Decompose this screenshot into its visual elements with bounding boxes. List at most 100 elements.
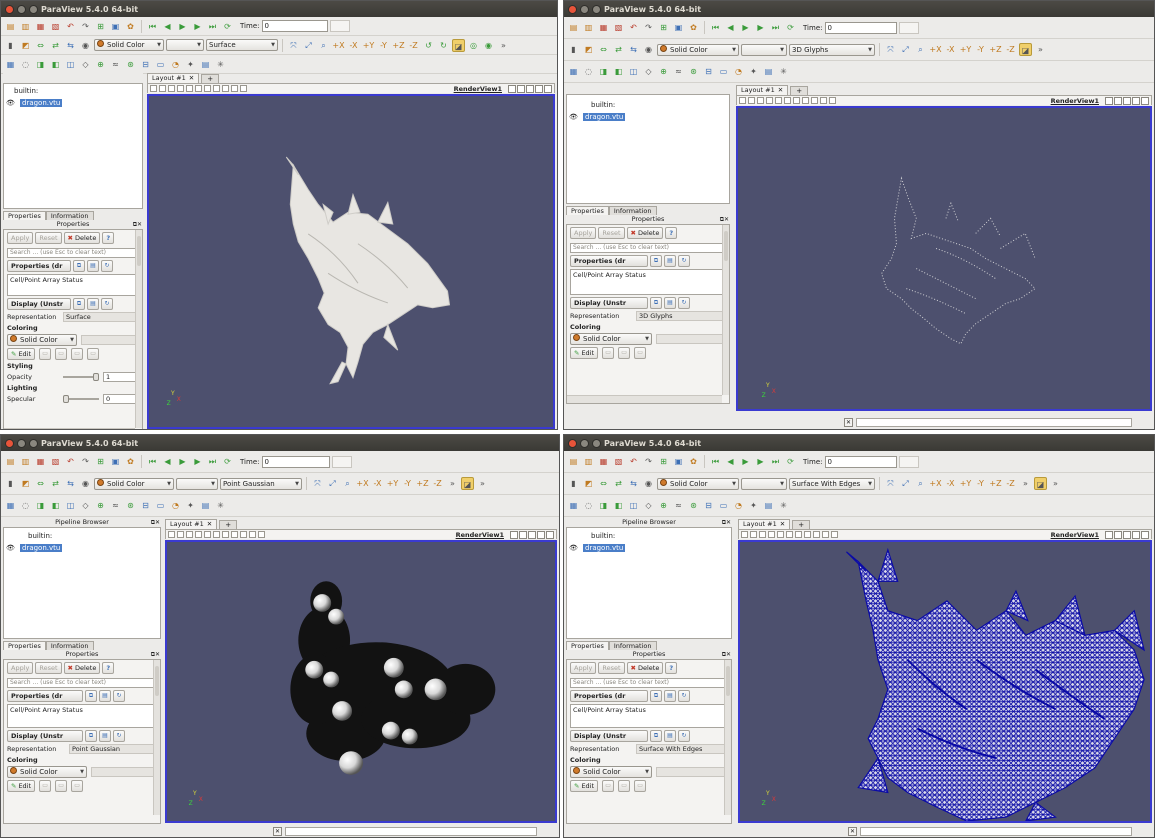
- representation-field[interactable]: Point Gaussian: [69, 744, 157, 754]
- grow-selection-icon[interactable]: [811, 97, 818, 104]
- copy-icon[interactable]: ⧉: [85, 690, 97, 702]
- contour-icon[interactable]: ◌: [19, 58, 32, 71]
- glyph-icon[interactable]: ⊕: [657, 499, 670, 512]
- redo-icon[interactable]: ↷: [642, 21, 655, 34]
- reset-camera-icon[interactable]: ⤧: [311, 477, 324, 490]
- probe-icon[interactable]: ✳: [214, 58, 227, 71]
- extract-level-icon[interactable]: ▭: [717, 499, 730, 512]
- palette-icon[interactable]: ✿: [124, 455, 137, 468]
- extract-level-icon[interactable]: ▭: [154, 58, 167, 71]
- representation-field[interactable]: Surface: [63, 312, 139, 322]
- opacity-slider[interactable]: [63, 373, 99, 381]
- loop-icon[interactable]: ⟳: [221, 455, 234, 468]
- next-frame-icon[interactable]: ▶: [754, 455, 767, 468]
- display-section-toggle[interactable]: Display (Unstr: [7, 298, 71, 310]
- threshold-icon[interactable]: ◫: [64, 58, 77, 71]
- panel-controls-icon[interactable]: ⧉✕: [720, 215, 729, 224]
- view-minus-x-icon[interactable]: -X: [347, 39, 360, 52]
- rescale-time-icon[interactable]: ⇆: [627, 43, 640, 56]
- play-icon[interactable]: ▶: [176, 20, 189, 33]
- rescale-time-icon[interactable]: ▭: [87, 348, 100, 360]
- next-frame-icon[interactable]: ▶: [754, 21, 767, 34]
- close-icon[interactable]: ✕: [780, 520, 785, 529]
- opacity-input[interactable]: 1: [103, 372, 139, 382]
- temporal-icon[interactable]: ✦: [184, 58, 197, 71]
- calculator-icon[interactable]: ▦: [567, 65, 580, 78]
- tab-information[interactable]: Information: [45, 641, 94, 650]
- refresh-icon[interactable]: ↻: [678, 690, 690, 702]
- panel-controls-icon[interactable]: ⧉✕: [133, 220, 142, 229]
- time-spinbox[interactable]: [331, 455, 352, 468]
- maximize-view-icon[interactable]: [528, 530, 536, 539]
- probe-icon[interactable]: ✳: [214, 499, 227, 512]
- time-spinbox[interactable]: [898, 21, 919, 34]
- group-icon[interactable]: ⊟: [702, 65, 715, 78]
- slice-icon[interactable]: ◧: [49, 58, 62, 71]
- specular-slider-handle[interactable]: [63, 395, 69, 403]
- previous-frame-icon[interactable]: ◀: [724, 455, 737, 468]
- undo-icon[interactable]: ↶: [627, 455, 640, 468]
- group-icon[interactable]: ⊟: [702, 499, 715, 512]
- specular-slider[interactable]: [63, 395, 99, 403]
- scrollbar-thumb[interactable]: [155, 666, 159, 696]
- tab-information[interactable]: Information: [45, 211, 94, 220]
- first-frame-icon[interactable]: ⏮: [709, 455, 722, 468]
- properties-scrollbar[interactable]: [722, 225, 729, 395]
- zoom-box-icon[interactable]: ⌕: [317, 39, 330, 52]
- grow-selection-icon[interactable]: [813, 531, 820, 538]
- tab-properties[interactable]: Properties: [566, 206, 609, 215]
- maximize-window-button[interactable]: [592, 438, 601, 448]
- extract-subset-icon[interactable]: ◇: [642, 65, 655, 78]
- color-mode-select[interactable]: Solid Color ▼: [94, 39, 164, 51]
- redo-icon[interactable]: ↷: [642, 455, 655, 468]
- tab-information[interactable]: Information: [608, 206, 657, 215]
- pipeline-builtin[interactable]: builtin:: [28, 532, 52, 540]
- output-field[interactable]: [856, 417, 1132, 427]
- delete-button[interactable]: ✖ Delete: [63, 232, 101, 244]
- select-points-icon[interactable]: [757, 97, 764, 104]
- select-block-icon[interactable]: [777, 531, 784, 538]
- close-window-button[interactable]: [568, 438, 577, 448]
- view-minus-z-icon[interactable]: -Z: [1004, 477, 1017, 490]
- annotate-icon[interactable]: ◔: [169, 499, 182, 512]
- render-viewport[interactable]: YZX: [165, 540, 557, 823]
- help-button[interactable]: ?: [665, 227, 678, 239]
- redo-icon[interactable]: ↷: [79, 455, 92, 468]
- array-status-list[interactable]: Cell/Point Array Status: [7, 274, 139, 296]
- extract-level-icon[interactable]: ▭: [154, 499, 167, 512]
- select-frustum-icon[interactable]: [768, 531, 775, 538]
- restore-view-icon[interactable]: [535, 84, 543, 93]
- display-section-toggle[interactable]: Display (Unstr: [7, 730, 83, 742]
- undo-icon[interactable]: ↶: [64, 455, 77, 468]
- representation-field[interactable]: 3D Glyphs: [636, 311, 726, 321]
- connect-icon[interactable]: ⊞: [657, 21, 670, 34]
- hover-points-icon[interactable]: [213, 85, 220, 92]
- clip-icon[interactable]: ◨: [597, 499, 610, 512]
- view-eye-icon[interactable]: ◉: [642, 43, 655, 56]
- scrollbar-thumb[interactable]: [724, 231, 728, 261]
- clear-selection-icon[interactable]: [240, 85, 247, 92]
- copy-icon[interactable]: ⧉: [650, 255, 662, 267]
- last-frame-icon[interactable]: ⏭: [206, 455, 219, 468]
- palette-icon[interactable]: ✿: [687, 455, 700, 468]
- panel-controls-icon[interactable]: ⧉✕: [722, 650, 731, 659]
- properties-scrollbar[interactable]: [135, 230, 142, 428]
- view-minus-x-icon[interactable]: -X: [944, 43, 957, 56]
- layout-tab[interactable]: Layout #1 ✕: [147, 73, 200, 83]
- camera-icon[interactable]: ▣: [109, 455, 122, 468]
- time-spinbox[interactable]: [329, 20, 350, 32]
- more-tools-icon[interactable]: »: [1034, 43, 1047, 56]
- threshold-icon[interactable]: ◫: [627, 65, 640, 78]
- apply-button[interactable]: Apply: [7, 662, 34, 674]
- plot-icon[interactable]: ▤: [762, 65, 775, 78]
- layout-tab[interactable]: Layout #1 ✕: [165, 519, 218, 529]
- reset-camera-icon[interactable]: ⤧: [884, 43, 897, 56]
- refresh-icon[interactable]: ↻: [678, 297, 690, 309]
- rescale-custom-icon[interactable]: ▭: [55, 348, 68, 360]
- hover-cells-icon[interactable]: [204, 85, 211, 92]
- view-minus-z-icon[interactable]: -Z: [407, 39, 420, 52]
- panel-controls-icon[interactable]: ⧉✕: [151, 650, 160, 659]
- interaction-mode-icon[interactable]: ◪: [452, 38, 465, 52]
- undo-icon[interactable]: ↶: [627, 21, 640, 34]
- split-vertical-icon[interactable]: [1114, 96, 1122, 105]
